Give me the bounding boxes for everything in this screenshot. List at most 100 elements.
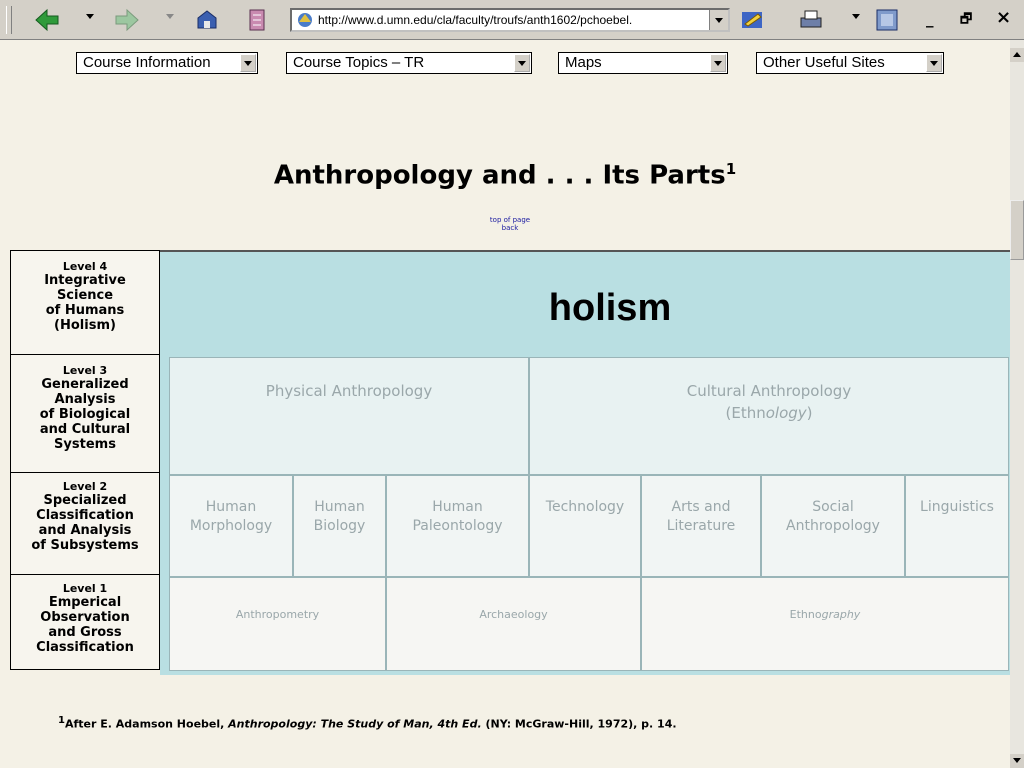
level-line: Specialized [43,493,127,508]
cell-physical-anthropology: Physical Anthropology [169,357,529,475]
cell-text-part: ) [806,404,813,422]
cell-text: Human [205,499,257,515]
browser-toolbar: http://www.d.umn.edu/cla/faculty/troufs/… [0,0,1024,40]
cell-text: Technology [545,499,625,515]
home-icon[interactable] [192,7,222,33]
history-icon[interactable] [242,7,272,33]
back-link[interactable]: back [0,224,1010,232]
cell-arts-and-literature: Arts and Literature [641,475,761,577]
chevron-down-icon [240,54,256,72]
small-links: top of page back [0,216,1010,232]
cell-text-2: (Ethnology) [530,402,1008,424]
back-icon[interactable] [32,7,62,33]
maps-select[interactable]: Maps [558,52,728,74]
cell-text: Ethnography [642,608,1008,622]
url-text: http://www.d.umn.edu/cla/faculty/troufs/… [318,13,633,27]
cell-text-part: ology [765,404,807,422]
level-line: Observation [40,610,130,625]
cell-text: Anthropometry [235,608,320,621]
restore-button[interactable]: 🗗 [960,10,972,32]
course-information-select[interactable]: Course Information [76,52,258,74]
level-line: Classification [36,640,134,655]
toolbar-grip[interactable] [6,6,12,34]
forward-dropdown-icon[interactable] [166,14,174,19]
footnote: 1After E. Adamson Hoebel, Anthropology: … [58,715,677,731]
address-dropdown-icon[interactable] [709,10,728,30]
select-label: Course Topics – TR [293,54,425,71]
chevron-down-icon [710,54,726,72]
footnote-book-title: Anthropology: The Study of Man, 4th Ed. [228,717,482,731]
level-line: Science [56,288,114,303]
cell-technology: Technology [529,475,641,577]
cell-text: Arts and [671,499,731,515]
cell-text: Human [432,499,483,515]
cell-text-part: (Ethn [725,404,766,422]
back-dropdown-icon[interactable] [86,14,94,19]
level-2-label: Level 2 Specialized Classification and A… [11,473,159,575]
cell-text: Biology [313,518,366,534]
page-content: Course Information Course Topics – TR Ma… [0,40,1010,768]
cell-text: Literature [666,518,736,534]
cell-text: Human [314,499,365,515]
level-number: Level 1 [62,582,108,595]
level-line: of Subsystems [31,538,139,553]
holism-heading: holism [548,287,672,329]
cell-text: Anthropology [786,518,880,534]
cell-ethnography: Ethnography [641,577,1009,671]
scroll-thumb[interactable] [1010,200,1024,260]
cell-text: Social [812,499,854,515]
print-dropdown-icon[interactable] [852,14,860,19]
course-topics-select[interactable]: Course Topics – TR [286,52,532,74]
cell-text: Morphology [189,518,273,534]
cell-human-paleontology: Human Paleontology [386,475,529,577]
level-number: Level 2 [62,480,108,493]
cell-social-anthropology: Social Anthropology [761,475,905,577]
level-line: Generalized [41,377,129,392]
footnote-suffix: (NY: McGraw-Hill, 1972), p. 14. [481,717,677,731]
footnote-mark: 1 [58,715,65,726]
chevron-down-icon [926,54,942,72]
holism-diagram: holism Physical Anthropology Cultural An… [160,250,1010,675]
top-of-page-link[interactable]: top of page [0,216,1010,224]
cell-text-part: Ethno [789,608,822,621]
minimize-button[interactable]: _ [926,10,934,28]
cell-text-part: graphy [821,608,861,621]
scroll-down-icon[interactable] [1010,754,1024,768]
close-button[interactable]: × [996,7,1011,28]
media-icon[interactable] [872,7,902,33]
level-line: Analysis [54,392,116,407]
level-line: and Analysis [38,523,132,538]
cell-text: Paleontology [412,518,503,534]
print-icon[interactable] [796,7,826,33]
cell-anthropometry: Anthropometry [169,577,386,671]
cell-human-morphology: Human Morphology [169,475,293,577]
vertical-scrollbar[interactable] [1010,40,1024,768]
level-number: Level 4 [62,260,108,273]
address-bar[interactable]: http://www.d.umn.edu/cla/faculty/troufs/… [290,8,730,32]
forward-icon[interactable] [112,7,142,33]
level-1-label: Level 1 Emperical Observation and Gross … [11,575,159,669]
other-sites-select[interactable]: Other Useful Sites [756,52,944,74]
level-number: Level 3 [62,364,108,377]
cell-archaeology: Archaeology [386,577,641,671]
cell-text: Linguistics [920,499,994,515]
level-line: of Humans [45,303,125,318]
edit-icon[interactable] [738,7,768,33]
chevron-down-icon [514,54,530,72]
anthropology-grid: Physical Anthropology Cultural Anthropol… [169,357,1009,675]
level-4-label: Level 4 Integrative Science of Humans (H… [11,251,159,355]
select-label: Course Information [83,54,211,71]
level-line: and Cultural [39,422,131,437]
select-label: Other Useful Sites [763,54,885,71]
title-text: Anthropology and . . . Its Parts [273,160,726,191]
level-line: Systems [54,437,116,452]
scroll-up-icon[interactable] [1010,48,1024,62]
cell-linguistics: Linguistics [905,475,1009,577]
cell-text: Physical Anthropology [265,382,433,400]
level-line: of Biological [39,407,131,422]
level-line: and Gross [48,625,122,640]
level-line: (Holism) [54,318,116,333]
footnote-prefix: After E. Adamson Hoebel, [64,717,229,731]
level-line: Classification [36,508,134,523]
cell-text: Archaeology [479,608,548,621]
